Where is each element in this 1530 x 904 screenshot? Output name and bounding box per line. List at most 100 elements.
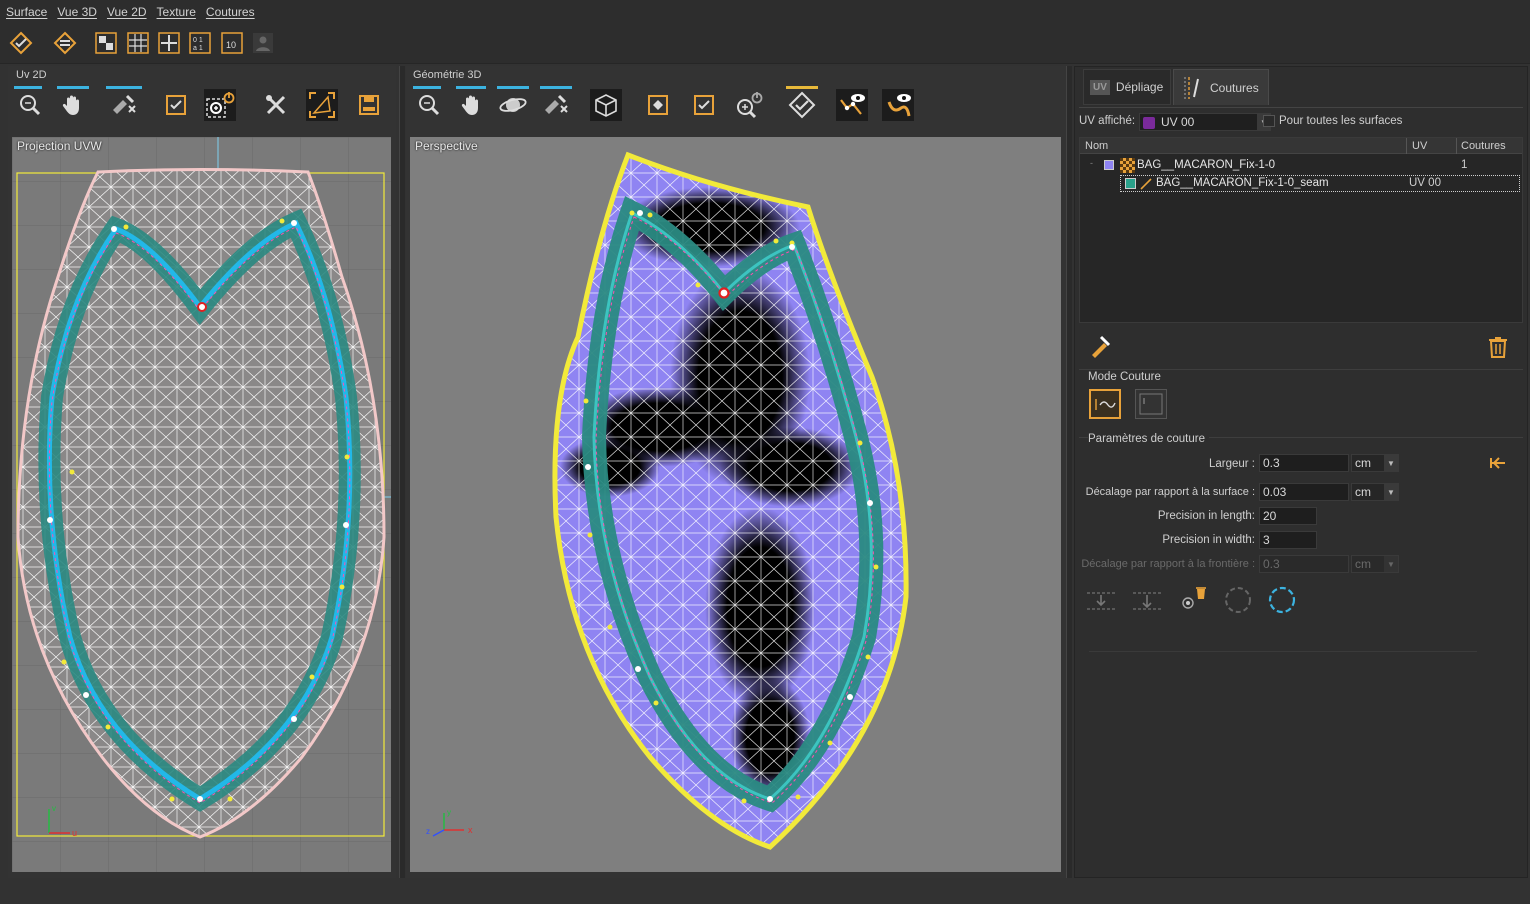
chevron-down-icon[interactable]: ▼ bbox=[1384, 484, 1398, 500]
delete-point-icon[interactable] bbox=[1179, 585, 1209, 615]
seam-down-alt-icon[interactable] bbox=[1131, 587, 1163, 615]
seam-validate-alt-icon[interactable] bbox=[52, 30, 78, 56]
menu-vue-2d[interactable]: Vue 2D bbox=[107, 5, 147, 19]
zoom-fit-power-icon[interactable] bbox=[732, 89, 764, 121]
param-label: Décalage par rapport à la frontière : bbox=[1081, 558, 1255, 570]
table-row[interactable]: - BAG__MACARON_Fix-1-0 1 bbox=[1080, 157, 1522, 174]
checker-texture-icon[interactable] bbox=[93, 30, 119, 56]
cube-icon[interactable] bbox=[590, 89, 622, 121]
coutures-panel: UV Dépliage Coutures UV affiché: UV 00 ▼… bbox=[1074, 66, 1528, 878]
select-edit-icon[interactable] bbox=[540, 89, 572, 121]
uv2d-panel-title: Uv 2D bbox=[16, 69, 47, 81]
splitter[interactable] bbox=[1066, 66, 1072, 878]
status-bar bbox=[0, 880, 1530, 904]
orbit-icon[interactable] bbox=[497, 89, 529, 121]
cross-icon[interactable] bbox=[156, 30, 182, 56]
col-nom[interactable]: Nom bbox=[1085, 140, 1108, 152]
svg-text:a 1: a 1 bbox=[193, 45, 203, 52]
menu-bar: Surface Vue 3D Vue 2D Texture Coutures bbox=[0, 0, 1530, 24]
param-label: Décalage par rapport à la surface : bbox=[1085, 486, 1255, 498]
tools-icon[interactable] bbox=[260, 89, 292, 121]
all-surfaces-checkbox[interactable] bbox=[1263, 115, 1275, 127]
frame-select-icon[interactable] bbox=[306, 89, 338, 121]
eye-curve-icon[interactable] bbox=[882, 89, 914, 121]
binary-01-icon[interactable]: 0 1a 1 bbox=[187, 30, 213, 56]
seam-validate-icon[interactable] bbox=[786, 89, 818, 121]
uv-displayed-label: UV affiché: bbox=[1079, 115, 1136, 127]
tab-depliage[interactable]: UV Dépliage bbox=[1083, 69, 1171, 105]
uv-mesh: v u bbox=[12, 137, 391, 872]
mode-curve-button[interactable] bbox=[1089, 389, 1121, 419]
validate-icon[interactable] bbox=[688, 89, 720, 121]
mode-straight-button[interactable] bbox=[1135, 389, 1167, 419]
add-seam-icon[interactable] bbox=[1087, 333, 1113, 359]
axis-y-label: v bbox=[52, 804, 56, 813]
mode-couture-label: Mode Couture bbox=[1088, 371, 1161, 383]
decalage-frontiere-input: 0.3 bbox=[1259, 555, 1349, 573]
3d-mesh: y x z bbox=[426, 151, 909, 850]
checker-texture-icon bbox=[1120, 158, 1135, 173]
tab-coutures[interactable]: Coutures bbox=[1173, 69, 1269, 105]
geo3d-viewport[interactable]: y x z Perspective bbox=[410, 137, 1061, 872]
divider bbox=[1079, 107, 1523, 108]
surfaces-table: Nom UV Coutures - BAG__MACARON_Fix-1-0 1… bbox=[1079, 137, 1523, 323]
seam-validate-icon[interactable] bbox=[8, 30, 34, 56]
svg-text:10: 10 bbox=[226, 40, 236, 50]
viewport-title: Projection UVW bbox=[17, 139, 102, 153]
row-seams: 1 bbox=[1461, 159, 1468, 171]
grid-icon[interactable] bbox=[125, 30, 151, 56]
table-row[interactable]: BAG__MACARON_Fix-1-0_seam UV 00 bbox=[1120, 175, 1520, 192]
row-name: BAG__MACARON_Fix-1-0 bbox=[1137, 159, 1276, 171]
select-edit-icon[interactable] bbox=[108, 89, 140, 121]
row-name: BAG__MACARON_Fix-1-0_seam bbox=[1156, 177, 1329, 189]
tab-label: Dépliage bbox=[1115, 80, 1164, 94]
menu-surface[interactable]: Surface bbox=[6, 5, 47, 19]
seam-down-icon[interactable] bbox=[1085, 587, 1117, 615]
circle-refresh-icon[interactable] bbox=[1267, 585, 1297, 615]
frame-icon[interactable] bbox=[642, 89, 674, 121]
seam-tab-icon bbox=[1182, 75, 1204, 101]
precision-width-input[interactable]: 3 bbox=[1259, 531, 1317, 549]
uv-icon bbox=[1143, 116, 1155, 129]
precision-length-input[interactable]: 20 bbox=[1259, 507, 1317, 525]
zoom-icon[interactable] bbox=[14, 89, 46, 121]
largeur-input[interactable]: 0.3 bbox=[1259, 454, 1349, 472]
apply-width-icon[interactable] bbox=[1489, 455, 1509, 471]
circle-dashed-icon[interactable] bbox=[1223, 585, 1253, 615]
col-coutures[interactable]: Coutures bbox=[1461, 140, 1506, 152]
main-toolbar: 0 1a 1 10 bbox=[0, 24, 1530, 64]
param-label: Precision in length: bbox=[1157, 510, 1255, 522]
zoom-fit-power-icon[interactable] bbox=[204, 89, 236, 121]
pan-hand-icon[interactable] bbox=[57, 89, 89, 121]
seam-color-swatch bbox=[1125, 178, 1136, 189]
axis-x-label: x bbox=[468, 825, 473, 835]
validate-icon[interactable] bbox=[160, 89, 192, 121]
zoom-icon[interactable] bbox=[413, 89, 445, 121]
seam-needle-icon bbox=[1139, 177, 1153, 191]
number-10-icon[interactable]: 10 bbox=[219, 30, 245, 56]
uv-icon: UV bbox=[1090, 79, 1110, 95]
tab-label: Coutures bbox=[1210, 80, 1259, 95]
menu-vue-3d[interactable]: Vue 3D bbox=[57, 5, 97, 19]
menu-texture[interactable]: Texture bbox=[157, 5, 196, 19]
col-uv[interactable]: UV bbox=[1412, 140, 1427, 152]
axis-z-label: z bbox=[426, 827, 430, 836]
uv2d-viewport[interactable]: v u Projection UVW bbox=[12, 137, 391, 872]
geo3d-panel-title: Géométrie 3D bbox=[413, 69, 482, 81]
pan-hand-icon[interactable] bbox=[456, 89, 488, 121]
row-uv: UV 00 bbox=[1409, 177, 1441, 189]
surface-color-swatch bbox=[1104, 160, 1114, 170]
eye-path-icon[interactable] bbox=[836, 89, 868, 121]
trash-icon[interactable] bbox=[1487, 335, 1509, 359]
save-icon[interactable] bbox=[353, 89, 385, 121]
all-surfaces-label: Pour toutes les surfaces bbox=[1279, 115, 1403, 127]
user-icon[interactable] bbox=[250, 30, 276, 56]
menu-coutures[interactable]: Coutures bbox=[206, 5, 255, 19]
svg-text:0 1: 0 1 bbox=[193, 37, 203, 44]
uv-select[interactable]: UV 00 bbox=[1139, 113, 1271, 131]
axis-x-label: u bbox=[72, 828, 77, 838]
decalage-surface-input[interactable]: 0.03 bbox=[1259, 483, 1349, 501]
splitter[interactable] bbox=[399, 66, 405, 878]
divider bbox=[1406, 138, 1407, 154]
chevron-down-icon[interactable]: ▼ bbox=[1384, 455, 1398, 471]
